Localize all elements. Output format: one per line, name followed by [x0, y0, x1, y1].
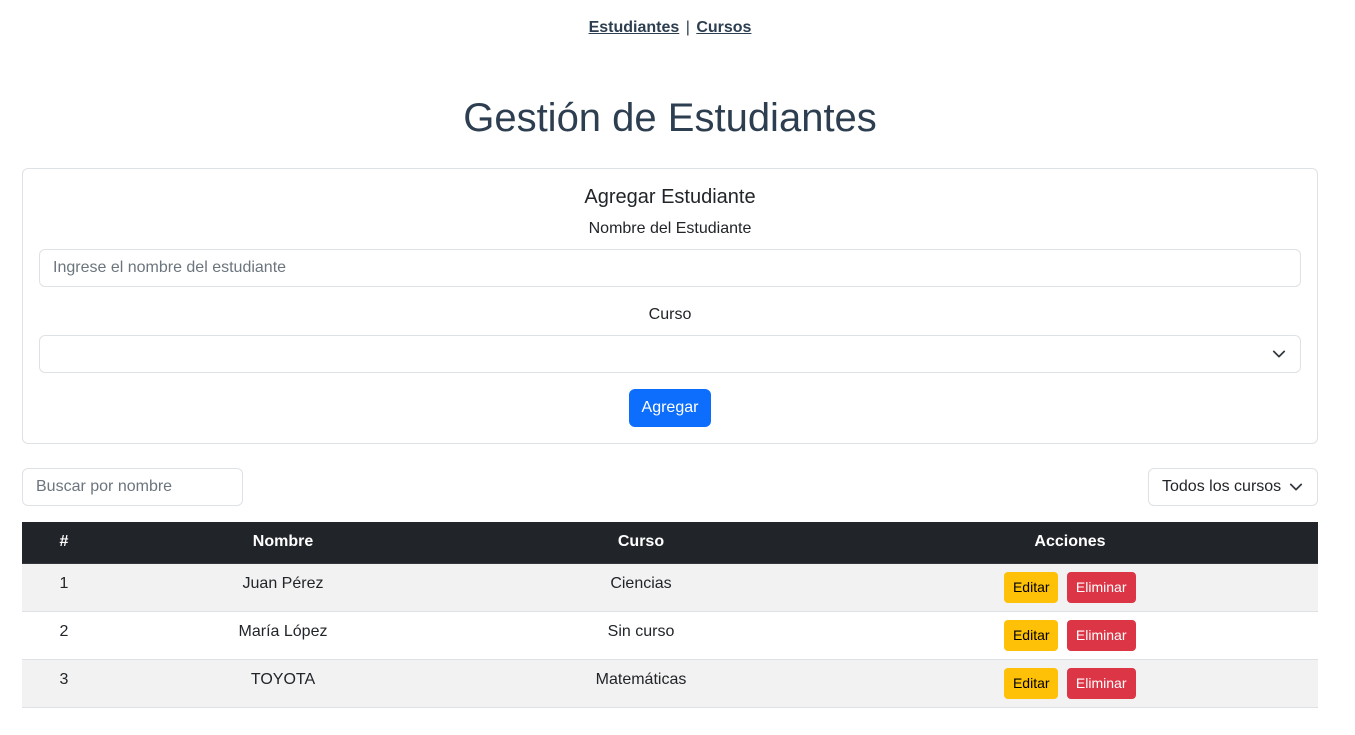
edit-button[interactable]: Editar	[1004, 619, 1059, 651]
course-filter-select[interactable]: Todos los cursos	[1148, 468, 1318, 506]
cell-name: Juan Pérez	[106, 563, 460, 612]
student-name-input[interactable]: Ingrese el nombre del estudiante	[39, 249, 1301, 287]
cell-course: Matemáticas	[460, 659, 822, 708]
table-row: 1 Juan Pérez Ciencias Editar Eliminar	[22, 563, 1318, 612]
cell-actions: Editar Eliminar	[822, 563, 1318, 612]
nav-link-courses[interactable]: Cursos	[696, 19, 751, 36]
cell-id: 3	[22, 659, 106, 708]
cell-name: TOYOTA	[106, 659, 460, 708]
add-student-card: Agregar Estudiante Nombre del Estudiante…	[22, 168, 1318, 444]
cell-id: 2	[22, 611, 106, 660]
nav-link-students[interactable]: Estudiantes	[589, 19, 680, 36]
table-row: 2 María López Sin curso Editar Eliminar	[22, 611, 1318, 660]
cell-course: Sin curso	[460, 611, 822, 660]
cell-course: Ciencias	[460, 563, 822, 612]
search-input[interactable]: Buscar por nombre	[22, 468, 243, 506]
add-student-button[interactable]: Agregar	[629, 389, 711, 427]
chevron-down-icon	[1272, 350, 1286, 358]
delete-button[interactable]: Eliminar	[1066, 619, 1136, 651]
cell-actions: Editar Eliminar	[822, 659, 1318, 708]
cell-actions: Editar Eliminar	[822, 611, 1318, 660]
nav-separator: |	[685, 19, 690, 36]
add-student-title: Agregar Estudiante	[584, 186, 756, 208]
edit-button[interactable]: Editar	[1004, 667, 1059, 699]
course-select[interactable]	[39, 335, 1301, 373]
page-title: Gestión de Estudiantes	[463, 96, 877, 140]
cell-name: María López	[106, 611, 460, 660]
edit-button[interactable]: Editar	[1004, 571, 1059, 603]
course-filter-value: Todos los cursos	[1162, 478, 1282, 495]
column-header-actions: Acciones	[822, 522, 1318, 564]
course-label: Curso	[648, 306, 692, 323]
delete-button[interactable]: Eliminar	[1066, 571, 1136, 603]
top-nav: Estudiantes | Cursos	[0, 19, 1340, 37]
students-table: # Nombre Curso Acciones 1 Juan Pérez Cie…	[22, 522, 1318, 708]
cell-id: 1	[22, 563, 106, 612]
delete-button[interactable]: Eliminar	[1066, 667, 1136, 699]
column-header-course: Curso	[460, 522, 822, 564]
chevron-down-icon	[1289, 483, 1303, 491]
table-row: 3 TOYOTA Matemáticas Editar Eliminar	[22, 659, 1318, 708]
column-header-name: Nombre	[106, 522, 460, 564]
table-header-row: # Nombre Curso Acciones	[22, 522, 1318, 564]
column-header-id: #	[22, 522, 106, 564]
student-name-label: Nombre del Estudiante	[588, 220, 752, 237]
